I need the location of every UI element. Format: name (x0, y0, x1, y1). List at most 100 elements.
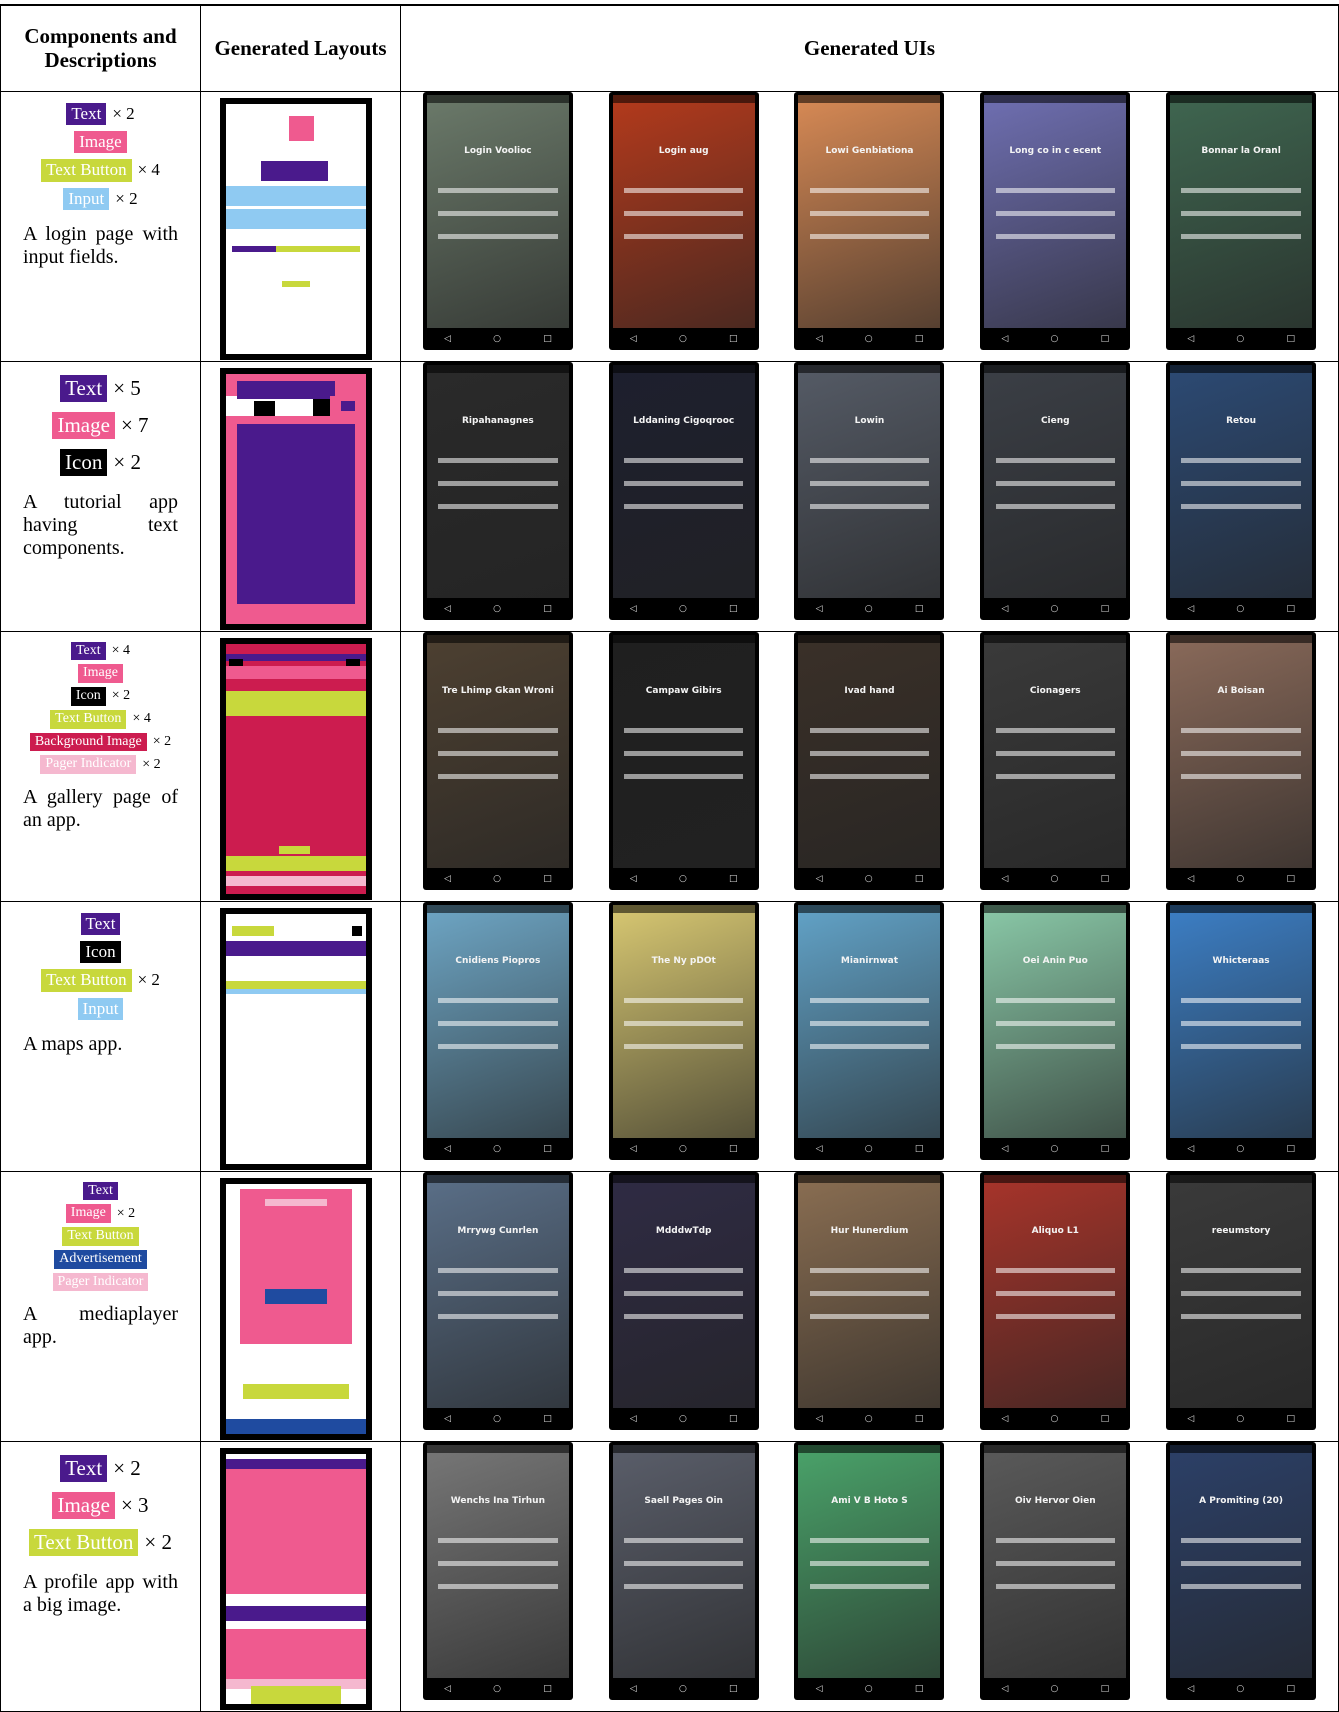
layout-block-text (340, 401, 355, 411)
layout-cell (200, 90, 401, 362)
generated-ui-screenshot: Saell Pages Oin ◁ ○ □ (608, 1441, 759, 1700)
component-tag: Pager Indicator (40, 755, 137, 775)
recents-icon: □ (1286, 603, 1295, 614)
back-icon: ◁ (815, 1683, 823, 1694)
android-nav-bar: ◁ ○ □ (980, 598, 1130, 620)
component-item: Text (83, 1181, 118, 1201)
android-nav-bar: ◁ ○ □ (794, 598, 944, 620)
home-icon: ○ (678, 1143, 687, 1154)
generated-ui-screenshot: Wenchs Ina Tirhun ◁ ○ □ (422, 1441, 573, 1700)
result-row: Text × 5 Image × 7 Icon × 2 A tutorial app hav… (0, 360, 1339, 632)
generated-ui-screenshot: Lddaning Cigoqrooc ◁ ○ □ (608, 361, 759, 620)
home-icon: ○ (1236, 333, 1245, 344)
layout-block-text-button (276, 246, 322, 253)
component-list: Text Icon Text Button × 2 Input (23, 910, 178, 1024)
generated-ui-screenshot: Hur Hunerdium ◁ ○ □ (794, 1171, 945, 1430)
components-cell: Text Icon Text Button × 2 Input A maps app. (0, 900, 201, 1172)
component-item: Input × 2 (63, 187, 138, 211)
results-table: Components and Descriptions Generated La… (0, 4, 1339, 1712)
component-list: Text Image × 2 Text Button Advertisement Page… (23, 1180, 178, 1294)
ui-title-text: Mrrywg Cunrlen (457, 1225, 539, 1236)
description-text: A tutorial app having text components. (23, 491, 178, 560)
recents-icon: □ (543, 1413, 552, 1424)
components-cell: Text × 5 Image × 7 Icon × 2 A tutorial app hav… (0, 360, 201, 632)
android-nav-bar: ◁ ○ □ (1166, 1138, 1316, 1160)
component-item: Text (80, 912, 121, 935)
back-icon: ◁ (629, 603, 637, 614)
component-item: Input (77, 997, 124, 1021)
ui-title-text: Wenchs Ina Tirhun (450, 1495, 545, 1506)
component-count: × 2 (116, 1205, 136, 1221)
component-list: Text × 5 Image × 7 Icon × 2 (23, 370, 178, 482)
generated-layout (220, 637, 372, 900)
header-layouts: Generated Layouts (200, 4, 401, 92)
layout-block-text (226, 941, 366, 956)
component-count: × 2 (113, 1455, 141, 1480)
back-icon: ◁ (1187, 1683, 1195, 1694)
result-row: Text Image × 2 Text Button Advertisement Page… (0, 1170, 1339, 1442)
component-item: Text × 2 (66, 102, 135, 125)
home-icon: ○ (493, 603, 502, 614)
android-nav-bar: ◁ ○ □ (1166, 328, 1316, 350)
description-text: A gallery page of an app. (23, 786, 178, 832)
component-tag: Text (66, 102, 107, 125)
component-item: Image × 3 (52, 1491, 149, 1519)
back-icon: ◁ (444, 1683, 451, 1694)
generated-ui-screenshot: Whicteraas ◁ ○ □ (1166, 901, 1317, 1160)
generated-ui-screenshot: Aliquo L1 ◁ ○ □ (980, 1171, 1131, 1430)
component-tag: Text (83, 1181, 118, 1201)
android-nav-bar: ◁ ○ □ (423, 1678, 573, 1700)
component-tag: Input (63, 187, 110, 211)
back-icon: ◁ (629, 1143, 637, 1154)
android-nav-bar: ◁ ○ □ (980, 1138, 1130, 1160)
android-nav-bar: ◁ ○ □ (980, 328, 1130, 350)
layout-block-text-button (226, 856, 366, 871)
component-count: × 2 (112, 103, 135, 123)
component-count: × 4 (111, 642, 131, 658)
recents-icon: □ (1286, 1413, 1295, 1424)
home-icon: ○ (493, 1413, 502, 1424)
layout-cell (200, 1170, 401, 1442)
generated-ui-screenshot: Cieng ◁ ○ □ (980, 361, 1131, 620)
generated-ui-screenshot: Oiv Hervor Oien ◁ ○ □ (980, 1441, 1131, 1700)
ui-title-text: A Promiting (20) (1199, 1495, 1284, 1506)
generated-ui-screenshot: Oei Anin Puo ◁ ○ □ (980, 901, 1131, 1160)
component-item: Pager Indicator × 2 (40, 755, 161, 775)
component-tag: Text Button (41, 159, 132, 182)
layout-block-text (226, 653, 366, 661)
component-item: Image × 7 (52, 411, 149, 439)
ui-title-text: Login aug (658, 145, 709, 156)
back-icon: ◁ (815, 333, 823, 344)
ui-title-text: The Ny pDOt (651, 955, 716, 966)
android-nav-bar: ◁ ○ □ (423, 328, 573, 350)
recents-icon: □ (1286, 873, 1295, 884)
home-icon: ○ (864, 873, 873, 884)
layout-block-image (289, 116, 315, 141)
home-icon: ○ (864, 1143, 873, 1154)
layout-block-pager-indicator (226, 876, 366, 886)
generated-ui-screenshot: Mrrywg Cunrlen ◁ ○ □ (422, 1171, 573, 1430)
description-text: A profile app with a big image. (23, 1571, 178, 1617)
layout-block-text-button (279, 846, 310, 854)
home-icon: ○ (1050, 1683, 1059, 1694)
home-icon: ○ (493, 1683, 502, 1694)
recents-icon: □ (914, 1413, 924, 1424)
component-item: Text Button × 4 (41, 159, 160, 182)
ui-cell: Login Voolioc ◁ ○ □ Login aug ◁ ○ □ Lowi Genbiat… (400, 90, 1339, 362)
home-icon: ○ (493, 333, 502, 344)
back-icon: ◁ (444, 333, 451, 344)
android-nav-bar: ◁ ○ □ (980, 1408, 1130, 1430)
generated-ui-screenshot: reeumstory ◁ ○ □ (1166, 1171, 1317, 1430)
component-tag: Icon (60, 448, 108, 477)
recents-icon: □ (1286, 333, 1295, 344)
generated-layout (220, 1447, 372, 1710)
ui-title-text: Aliquo L1 (1031, 1225, 1079, 1236)
android-nav-bar: ◁ ○ □ (980, 868, 1130, 890)
component-item: Text Button × 2 (41, 969, 160, 992)
ui-title-text: Bonnar la Oranl (1201, 145, 1281, 156)
ui-title-text: Lowi Genbiationa (825, 145, 914, 156)
android-nav-bar: ◁ ○ □ (423, 1138, 573, 1160)
ui-title-text: Ami V B Hoto S (831, 1495, 908, 1506)
generated-ui-screenshot: Ai Boisan ◁ ○ □ (1166, 631, 1317, 890)
layout-block-image (226, 1628, 366, 1679)
